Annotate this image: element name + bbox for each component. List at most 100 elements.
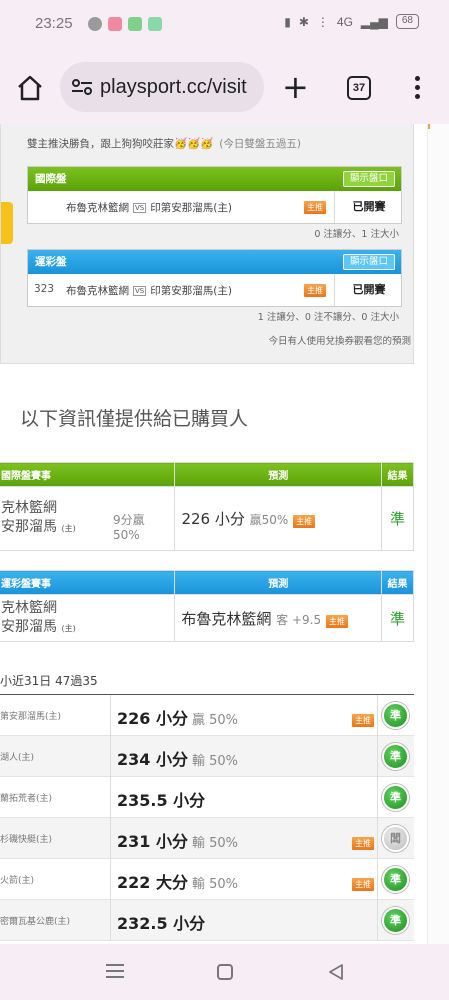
url-text: playsport.cc/visit [100,75,247,98]
promo-note: 雙主推決勝負，跟上狗狗咬莊家🥳🥳🥳 (今日雙盤五過五) [27,136,301,151]
history-team: 杉磯快艇(主) [0,835,53,845]
lottery-game-number: 323 [34,283,55,295]
intl-game-status: 已開賽 [334,191,403,223]
result-cell: 準 [381,486,414,551]
tab-switcher-button[interactable]: 37 [347,76,371,100]
history-prediction: 235.5 小分 [117,791,206,810]
prediction-value: 布魯克林籃網 [181,609,272,628]
status-time: 23:25 [35,15,73,32]
buyers-only-heading: 以下資訊僅提供給已購買人 [20,408,249,430]
win-line: 9分贏 50% [113,513,145,542]
team-home: 安那溜馬 (主) [1,519,76,535]
col-lottery-event: 運彩盤賽事 [0,570,176,595]
intl-panel: 國際盤 顯示盤口 布魯克林籃網 VS 印第安那溜馬(主) 主推 已開賽 [27,166,402,224]
result-badge-icon: 闆 [382,825,409,852]
col-prediction: 預測 [174,462,383,487]
vs-icon: VS [133,286,147,296]
new-tab-plus-icon[interactable]: + [282,70,309,104]
prediction-sub: 贏50% [249,513,289,527]
table-header-row: 國際盤賽事 預測 結果 [0,462,414,487]
history-team: 蘭拓荒者(主) [0,794,53,804]
side-tab[interactable] [1,202,13,244]
home-icon[interactable] [14,72,46,104]
history-prediction: 232.5 小分 [117,914,206,933]
home-nav-icon[interactable] [217,964,233,980]
intl-game-row[interactable]: 布魯克林籃網 VS 印第安那溜馬(主) 主推 已開賽 [28,191,401,223]
intl-show-odds-button[interactable]: 顯示盤口 [342,171,395,187]
signal-label: 4G [336,14,353,29]
history-prediction: 234 小分輸 50% [117,750,239,769]
battery-icon: 68 [395,14,419,29]
intl-game-teams: 布魯克林籃網 VS 印第安那溜馬(主) [66,200,232,215]
result-badge-icon: 準 [382,866,409,893]
result-badge-icon: 準 [382,702,409,729]
result-cell: 準 [381,594,414,642]
list-item: 蘭拓荒者(主) 235.5 小分 準 [0,777,414,818]
vs-icon: VS [133,203,147,213]
history-team: 密爾瓦基公鹿(主) [0,917,71,927]
result-badge-icon: 準 [382,784,409,811]
col-result: 結果 [381,570,414,595]
vibrate-icon: ▮ [284,14,291,29]
intl-summary: 0 注讓分、1 注大小 [314,229,399,240]
col-prediction: 預測 [174,570,383,595]
lottery-home-team: 布魯克林籃網 [66,285,129,297]
lottery-result-table: 運彩盤賽事 預測 結果 克林籃網 安那溜馬 (主) 布魯克林籃網 客 +9.5 … [0,570,414,642]
lottery-game-teams: 布魯克林籃網 VS 印第安那溜馬(主) [66,283,232,298]
lottery-game-status: 已開賽 [334,274,403,306]
recents-icon[interactable] [106,964,124,982]
lottery-panel: 運彩盤 顯示盤口 323 布魯克林籃網 VS 印第安那溜馬(主) 主推 已開賽 [27,249,402,307]
intl-panel-header: 國際盤 顯示盤口 [28,167,401,191]
chat-icon [88,17,102,31]
prediction-cell: 226 小分 贏50% 主推 [174,486,383,551]
event-teams: 克林籃網 安那溜馬 (主) 9分贏 50% [0,486,176,551]
promo-note-text: 雙主推決勝負，跟上狗狗咬莊家🥳🥳🥳 [27,138,214,150]
browser-toolbar: playsport.cc/visit + 37 [0,50,449,124]
intl-panel-title: 國際盤 [35,173,67,185]
col-result: 結果 [381,462,414,487]
scrollbar[interactable] [427,124,449,944]
android-notification-icon [128,17,142,31]
recent-record: 小近31日 47過35 [0,674,98,688]
promo-note-extra: (今日雙盤五過五) [219,138,301,150]
lottery-game-row[interactable]: 323 布魯克林籃網 VS 印第安那溜馬(主) 主推 已開賽 [28,274,401,306]
history-prediction: 226 小分贏 50% [117,709,239,728]
history-team: 第安那溜馬(主) [0,712,62,722]
lottery-summary: 1 注讓分、0 注不讓分、0 注大小 [257,312,399,323]
lottery-panel-header: 運彩盤 顯示盤口 [28,250,401,274]
prediction-sub: 客 +9.5 [276,612,322,627]
history-prediction: 231 小分輸 50% [117,832,239,851]
result-badge-icon: 準 [382,907,409,934]
list-item: 第安那溜馬(主) 226 小分贏 50% 主推 準 [0,695,414,736]
prediction-summary-box: 雙主推決勝負，跟上狗狗咬莊家🥳🥳🥳 (今日雙盤五過五) 國際盤 顯示盤口 布魯克林… [0,124,414,364]
signal-icon: ▂▄▆ [360,14,388,29]
site-settings-icon[interactable] [70,77,94,97]
redeem-note: 今日有人使用兌換券觀看您的預測 [268,336,411,347]
address-bar[interactable]: playsport.cc/visit [60,62,264,112]
table-row: 克林籃網 安那溜馬 (主) 9分贏 50% 226 小分 贏50% 主推 準 [0,486,414,551]
team-away: 克林籃網 [1,500,57,516]
history-prediction: 222 大分輸 50% [117,873,239,892]
main-pick-tag: 主推 [352,872,374,891]
lottery-show-odds-button[interactable]: 顯示盤口 [342,254,395,270]
col-intl-event: 國際盤賽事 [0,462,176,487]
result-badge-icon: 準 [382,743,409,770]
lottery-main-pick-tag: 主推 [304,284,326,297]
list-item: 火箭(主) 222 大分輸 50% 主推 準 [0,859,414,900]
notification-icons [88,17,162,31]
wifi-icon: ⋮ [316,14,329,29]
intl-main-pick-tag: 主推 [304,201,326,214]
list-item: 密爾瓦基公鹿(主) 232.5 小分 準 [0,900,414,941]
overflow-menu-icon[interactable] [415,76,423,100]
page-content: 雙主推決勝負，跟上狗狗咬莊家🥳🥳🥳 (今日雙盤五過五) 國際盤 顯示盤口 布魯克林… [0,124,430,944]
bluetooth-icon: ✱ [298,14,309,29]
history-team: 火箭(主) [0,876,35,886]
prediction-cell: 布魯克林籃網 客 +9.5 主推 [174,594,383,642]
back-icon[interactable] [327,962,345,982]
status-bar: 23:25 ▮ ✱ ⋮ 4G ▂▄▆ 68 [0,0,449,50]
event-teams: 克林籃網 安那溜馬 (主) [0,594,176,642]
main-pick-tag: 主推 [325,614,348,628]
team-home: 安那溜馬 (主) [1,618,76,635]
main-pick-tag: 主推 [293,515,316,528]
team-away: 克林籃網 [1,599,57,616]
